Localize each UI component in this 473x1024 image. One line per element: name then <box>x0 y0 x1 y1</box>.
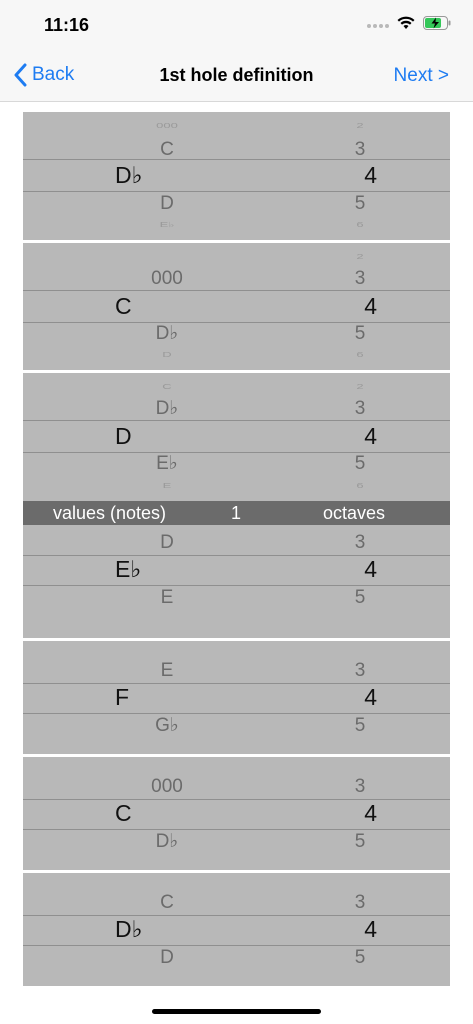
picker-octave-value[interactable]: 5 <box>343 948 377 968</box>
picker-octave-value[interactable]: 3 <box>343 399 377 419</box>
signal-dots-icon <box>367 24 389 28</box>
picker-octave-value[interactable]: 5 <box>343 454 377 474</box>
picker-octave-value[interactable]: 3 <box>343 533 377 553</box>
picker-octave-value[interactable]: 3 <box>343 269 377 289</box>
status-bar: 11:16 <box>0 0 473 50</box>
note-octave-picker[interactable]: 000 C D♭ 3 4 5 <box>23 757 450 870</box>
picker-note-value[interactable]: D <box>145 533 189 553</box>
note-octave-picker[interactable]: D E♭ E 3 4 5 <box>23 525 450 638</box>
picker-note-selected[interactable]: D♭ <box>115 918 175 941</box>
picker-note-value: E <box>162 481 172 490</box>
picker-octave-selected[interactable]: 4 <box>337 558 377 581</box>
picker-octave-value[interactable]: 5 <box>343 832 377 852</box>
battery-charging-icon <box>423 16 451 30</box>
picker-octave-value: 2 <box>356 121 364 130</box>
picker-note-value[interactable]: 000 <box>145 269 189 289</box>
picker-note-value[interactable]: D♭ <box>145 832 189 852</box>
picker-octave-value[interactable]: 5 <box>343 324 377 344</box>
picker-note-value: E♭ <box>159 220 175 229</box>
picker-octave-value: 2 <box>356 252 364 261</box>
picker-note-value[interactable]: D♭ <box>145 324 189 344</box>
picker-octave-value[interactable]: 3 <box>343 661 377 681</box>
picker-note-selected[interactable]: D♭ <box>115 164 175 187</box>
picker-octave-value[interactable]: 3 <box>343 893 377 913</box>
picker-octave-selected[interactable]: 4 <box>337 686 377 709</box>
picker-octave-selected[interactable]: 4 <box>337 164 377 187</box>
column-label-bar: values (notes) 1 octaves <box>23 501 450 525</box>
home-indicator[interactable] <box>152 1009 321 1014</box>
picker-note-value[interactable]: E <box>145 588 189 608</box>
note-octave-picker[interactable]: 000 C D♭ D 2 3 4 5 6 <box>23 243 450 370</box>
octaves-label: octaves <box>323 503 386 523</box>
picker-octave-value[interactable]: 5 <box>343 588 377 608</box>
picker-note-value[interactable]: G♭ <box>145 716 189 736</box>
picker-note-selected[interactable]: C <box>115 802 175 825</box>
picker-note-value[interactable]: D♭ <box>145 399 189 419</box>
picker-octave-selected[interactable]: 4 <box>337 802 377 825</box>
picker-octave-selected[interactable]: 4 <box>337 425 377 448</box>
picker-note-selected[interactable]: E♭ <box>115 558 175 581</box>
picker-note-value[interactable]: E♭ <box>145 454 189 474</box>
picker-octave-value[interactable]: 3 <box>343 777 377 797</box>
note-octave-picker[interactable]: 000 C D♭ D E♭ 2 3 4 5 6 <box>23 112 450 240</box>
picker-note-selected[interactable]: D <box>115 425 175 448</box>
picker-note-selected[interactable]: C <box>115 295 175 318</box>
hole-definition-pickers: 000 C D♭ D E♭ 2 3 4 5 6 000 C D♭ D 2 3 4… <box>23 112 450 986</box>
note-octave-picker[interactable]: E F G♭ 3 4 5 <box>23 641 450 754</box>
next-button[interactable]: Next > <box>394 65 449 87</box>
picker-note-value[interactable]: E <box>145 661 189 681</box>
picker-note-value: C <box>162 382 172 391</box>
status-icons <box>367 16 451 30</box>
picker-octave-selected[interactable]: 4 <box>337 295 377 318</box>
values-notes-label: values (notes) <box>53 503 167 523</box>
note-octave-picker[interactable]: C D♭ D E♭ E 2 3 4 5 6 <box>23 373 450 501</box>
picker-octave-selected[interactable]: 4 <box>337 918 377 941</box>
picker-note-value: 000 <box>156 121 178 130</box>
picker-note-selected[interactable]: F <box>115 686 175 709</box>
picker-octave-value: 6 <box>356 481 364 490</box>
note-octave-picker[interactable]: C D♭ D 3 4 5 <box>23 873 450 986</box>
picker-note-value[interactable]: 000 <box>145 777 189 797</box>
picker-octave-value: 6 <box>356 350 364 359</box>
navigation-bar: Back 1st hole definition Next > <box>0 50 473 102</box>
wifi-icon <box>397 16 415 29</box>
picker-note-value: D <box>162 350 172 359</box>
picker-note-value[interactable]: D <box>145 194 189 214</box>
picker-note-value[interactable]: C <box>145 893 189 913</box>
hole-number-label: 1 <box>231 503 242 523</box>
picker-octave-value[interactable]: 5 <box>343 716 377 736</box>
status-time: 11:16 <box>44 15 90 35</box>
picker-note-value[interactable]: C <box>145 140 189 160</box>
picker-octave-value[interactable]: 3 <box>343 140 377 160</box>
picker-octave-value: 6 <box>356 220 364 229</box>
picker-note-value[interactable]: D <box>145 948 189 968</box>
picker-octave-value[interactable]: 5 <box>343 194 377 214</box>
picker-octave-value: 2 <box>356 382 364 391</box>
